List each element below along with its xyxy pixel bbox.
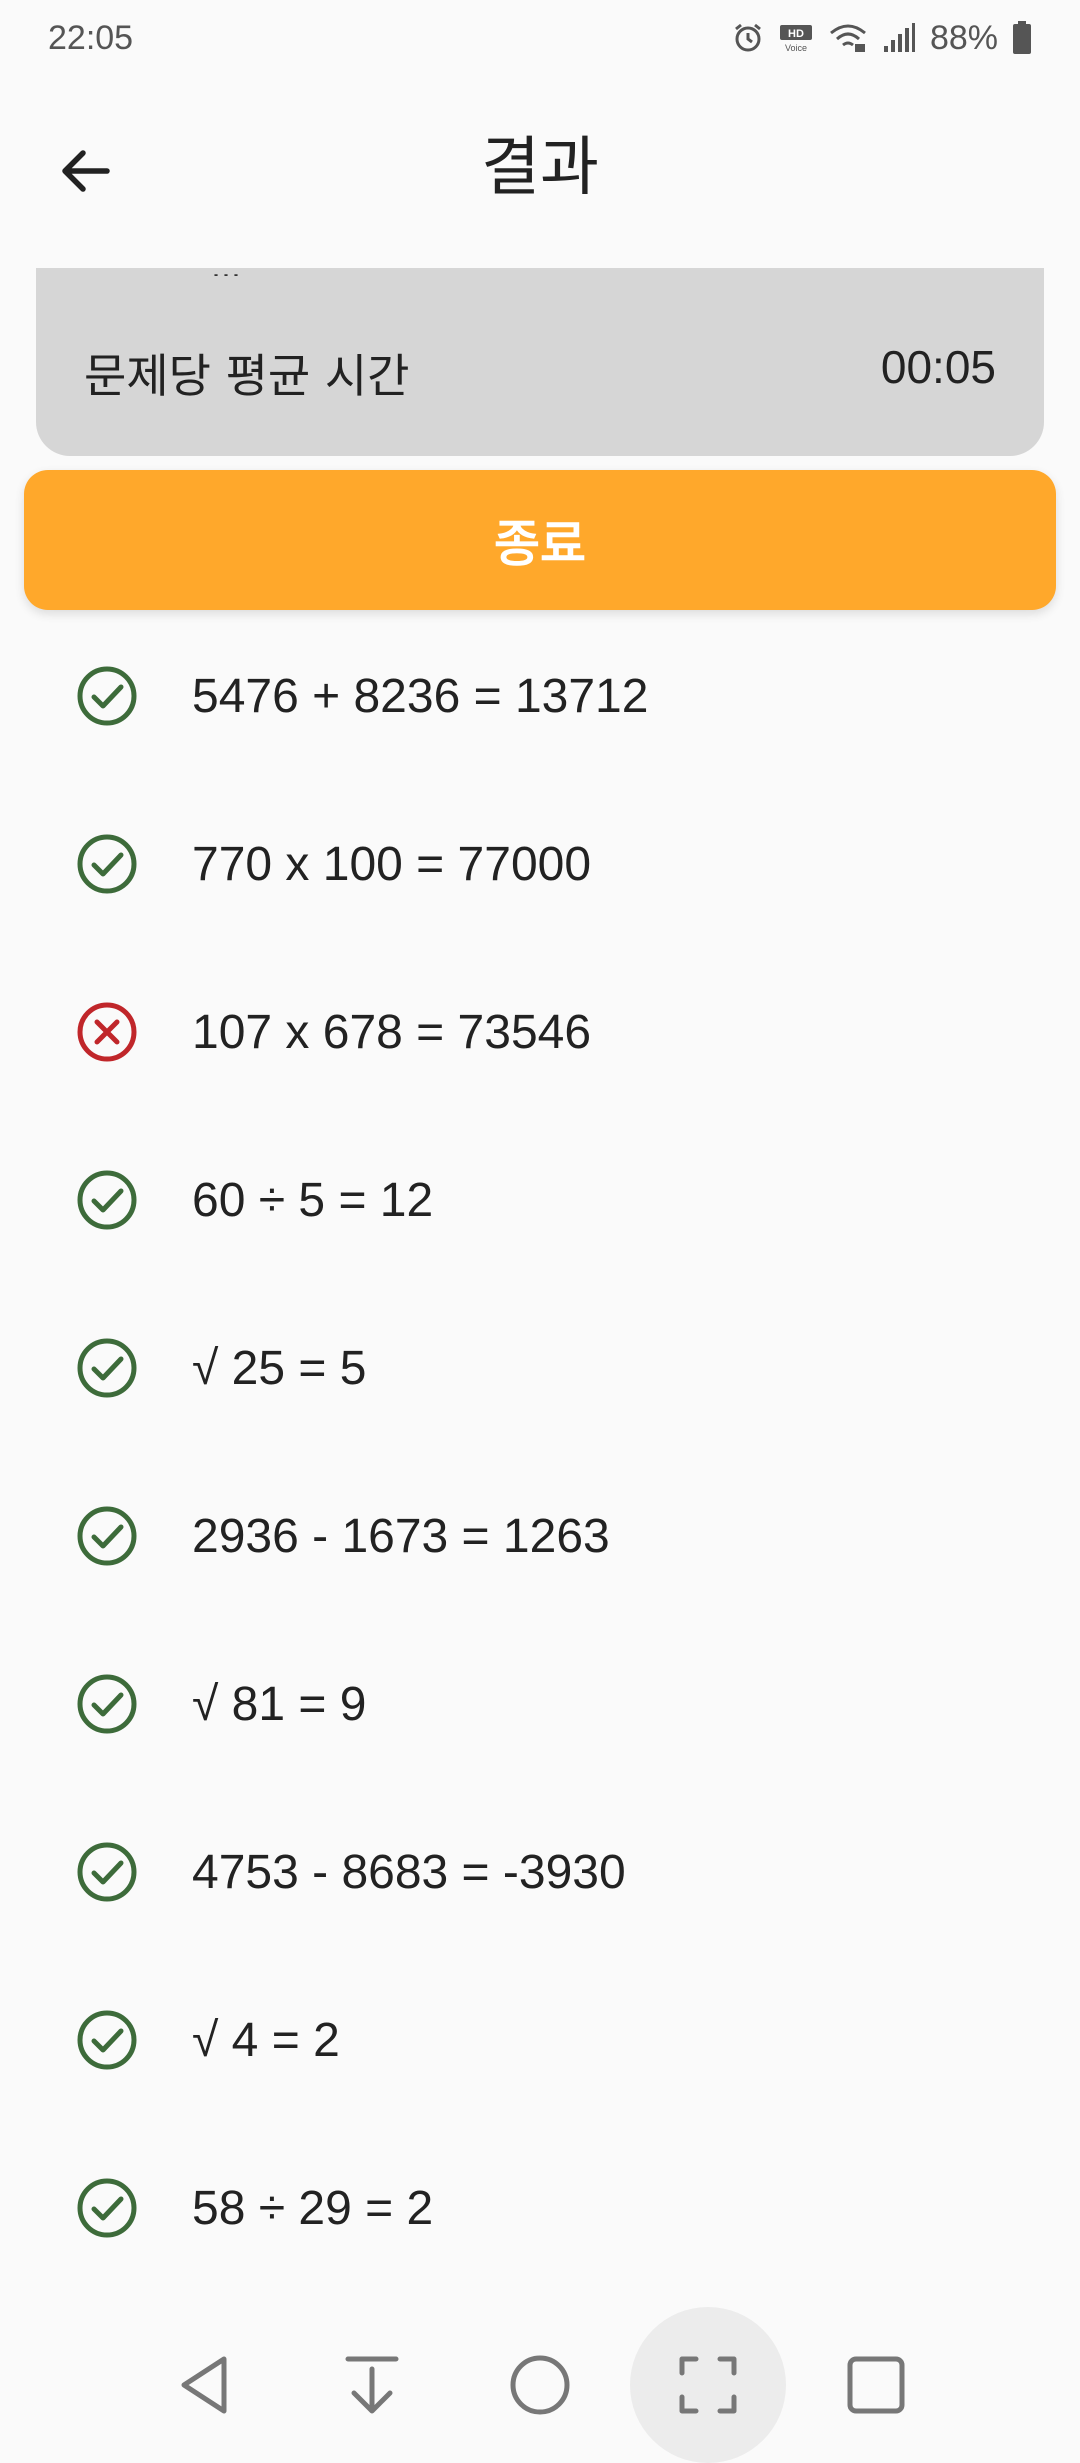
result-row: 5476 + 8236 = 13712 [0,612,1080,780]
exit-button[interactable]: 종료 [24,470,1056,610]
check-circle-icon [77,1506,137,1566]
signal-icon [883,23,915,52]
back-triangle-icon [181,2356,227,2414]
summary-previous-row-clipped: … [211,268,311,276]
result-equation: 60 ÷ 5 = 12 [192,1173,434,1227]
check-circle-icon [77,666,137,726]
results-list: 5476 + 8236 = 13712 770 x 100 = 77000 107 … [0,612,1080,2292]
result-row: 2936 - 1673 = 1263 [0,1452,1080,1620]
recents-square-icon [847,2356,905,2414]
result-equation: 770 x 100 = 77000 [192,837,592,891]
result-equation: 4753 - 8683 = -3930 [192,1845,626,1899]
result-row: 107 x 678 = 73546 [0,948,1080,1116]
download-arrow-icon [345,2356,399,2414]
status-time: 22:05 [48,18,134,57]
average-time-label: 문제당 평균 시간 [84,349,410,403]
app-bar: 결과 [0,76,1080,246]
check-circle-icon [77,1674,137,1734]
alarm-icon [735,23,761,52]
nav-download-button[interactable] [294,2307,450,2463]
home-circle-icon [510,2355,570,2415]
battery-icon [1013,21,1031,54]
result-row: 60 ÷ 5 = 12 [0,1116,1080,1284]
result-row: √ 4 = 2 [0,1956,1080,2124]
check-circle-icon [77,1170,137,1230]
nav-back-button[interactable] [126,2307,282,2463]
result-equation: √ 81 = 9 [192,1677,367,1731]
check-circle-icon [77,2010,137,2070]
nav-screenshot-button[interactable] [630,2307,786,2463]
result-equation: 5476 + 8236 = 13712 [192,669,649,723]
status-icons: HD Voice 88% [732,19,1032,58]
result-equation: √ 25 = 5 [192,1341,367,1395]
check-circle-icon [77,2178,137,2238]
screenshot-frame-icon [679,2356,737,2414]
wifi-icon [829,24,866,52]
svg-text:HD: HD [788,28,804,40]
check-circle-icon [77,1338,137,1398]
status-bar: 22:05 HD Voice 88% [0,0,1080,76]
page-title: 결과 [481,131,599,205]
nav-home-button[interactable] [462,2307,618,2463]
system-nav-bar [0,2307,1080,2463]
result-row: 58 ÷ 29 = 2 [0,2124,1080,2292]
result-row: √ 25 = 5 [0,1284,1080,1452]
result-equation: 2936 - 1673 = 1263 [192,1509,610,1563]
battery-percent: 88% [929,18,998,57]
result-equation: √ 4 = 2 [192,2013,340,2067]
check-circle-icon [77,1842,137,1902]
x-circle-icon [77,1002,137,1062]
result-row: √ 81 = 9 [0,1620,1080,1788]
check-circle-icon [77,834,137,894]
hd-voice-icon: HD Voice [779,25,812,53]
result-equation: 107 x 678 = 73546 [192,1005,592,1059]
nav-recents-button[interactable] [798,2307,954,2463]
result-equation: 58 ÷ 29 = 2 [192,2181,434,2235]
result-row: 4753 - 8683 = -3930 [0,1788,1080,1956]
svg-text:Voice: Voice [785,43,807,53]
summary-card: … 문제당 평균 시간 00:05 [36,268,1044,456]
result-row: 770 x 100 = 77000 [0,780,1080,948]
average-time-value: 00:05 [880,341,996,393]
